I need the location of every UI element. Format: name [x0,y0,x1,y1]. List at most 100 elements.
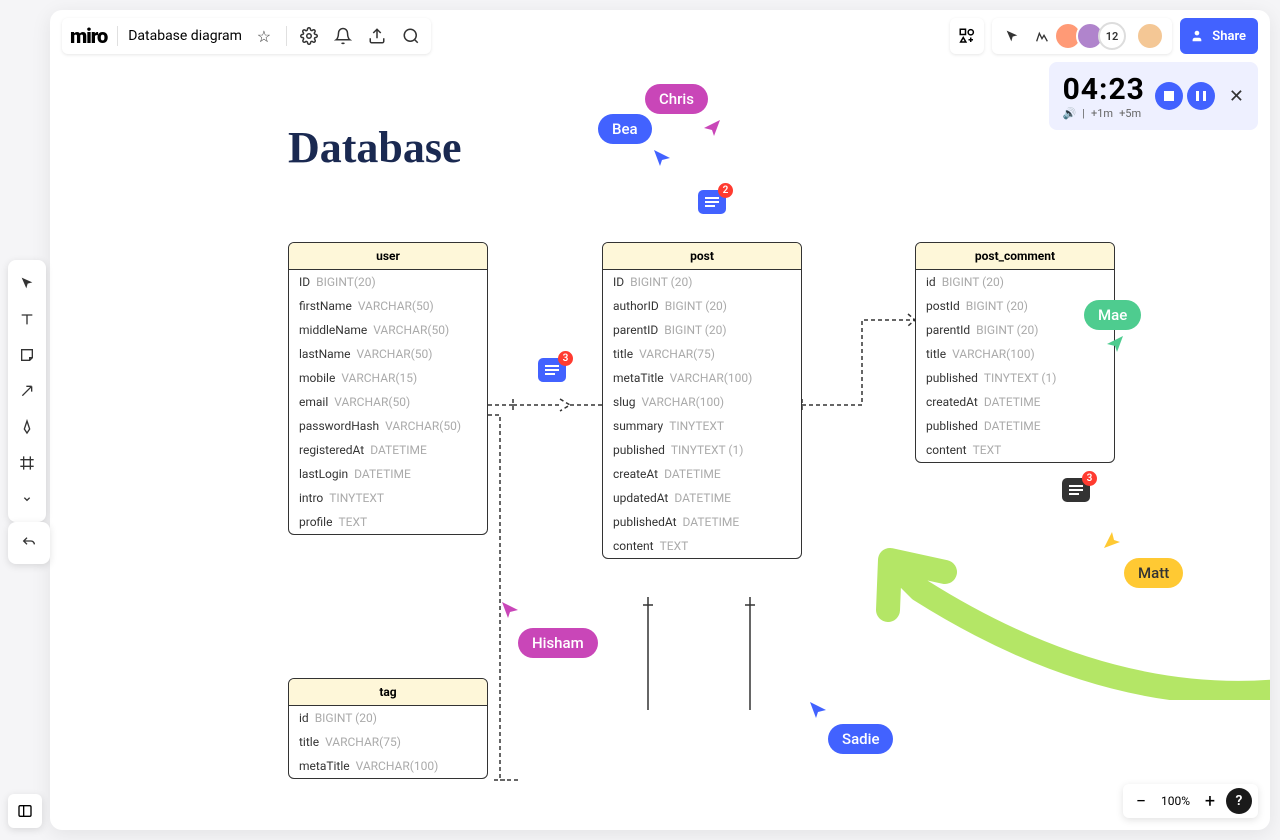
entity-field: titleVARCHAR(75) [289,730,487,754]
entity-field: summaryTINYTEXT [603,414,801,438]
entity-post[interactable]: post IDBIGINT (20)authorIDBIGINT (20)par… [602,242,802,559]
sticky-tool[interactable] [10,338,44,372]
apps-button[interactable] [950,18,984,54]
cursor-matt: Matt [1124,558,1183,588]
comment-bubble[interactable]: 2 [698,190,726,214]
avatar-overflow[interactable]: 12 [1098,22,1127,50]
entity-header: tag [289,679,487,706]
timer-plus-1m[interactable]: +1m [1091,107,1113,120]
entity-field: lastLoginDATETIME [289,462,487,486]
canvas[interactable]: miro Database diagram ☆ 12 Share 04:23 🔊… [50,10,1270,830]
entity-field: publishedDATETIME [916,414,1114,438]
entity-body: IDBIGINT(20)firstNameVARCHAR(50)middleNa… [289,270,487,534]
more-tools[interactable] [10,482,44,516]
entity-field: authorIDBIGINT (20) [603,294,801,318]
sound-icon[interactable]: 🔊 [1063,107,1077,120]
zoom-in-button[interactable]: + [1198,789,1222,813]
export-icon[interactable] [365,24,389,48]
cursor-sadie: Sadie [828,724,893,754]
entity-field: publishedTINYTEXT (1) [916,366,1114,390]
presenter-box: 12 [992,18,1173,54]
settings-icon[interactable] [297,24,321,48]
entity-field: passwordHashVARCHAR(50) [289,414,487,438]
entity-field: metaTitleVARCHAR(100) [603,366,801,390]
comment-count: 3 [1082,471,1097,486]
freehand-arrow[interactable] [860,540,1270,700]
cursor-mode-icon[interactable] [1000,24,1024,48]
cursor-arrow-icon [1102,530,1122,550]
entity-field: IDBIGINT (20) [603,270,801,294]
zoom-control: − 100% + ? [1123,784,1258,818]
avatar-self[interactable] [1136,22,1164,50]
entity-user[interactable]: user IDBIGINT(20)firstNameVARCHAR(50)mid… [288,242,488,535]
entity-tag[interactable]: tag idBIGINT (20)titleVARCHAR(75)metaTit… [288,678,488,779]
entity-field: titleVARCHAR(75) [603,342,801,366]
divider [286,26,287,46]
panel-toggle[interactable] [8,794,42,828]
cursor-arrow-icon [808,700,828,720]
comment-count: 3 [558,351,573,366]
help-button[interactable]: ? [1226,788,1252,814]
divider: | [1082,107,1085,120]
cursor-arrow-icon [1105,334,1125,354]
entity-field: emailVARCHAR(50) [289,390,487,414]
comment-count: 2 [718,183,733,198]
timer-plus-5m[interactable]: +5m [1119,107,1141,120]
entity-field: metaTitleVARCHAR(100) [289,754,487,778]
comment-bubble[interactable]: 3 [1062,478,1090,502]
cursor-hisham: Hisham [518,628,598,658]
divider [117,26,118,46]
entity-field: profileTEXT [289,510,487,534]
share-button[interactable]: Share [1180,18,1258,54]
zoom-level[interactable]: 100% [1157,794,1194,808]
board-name[interactable]: Database diagram [128,28,242,44]
left-toolbar [8,260,46,522]
entity-field: publishedAtDATETIME [603,510,801,534]
entity-body: idBIGINT (20)titleVARCHAR(75)metaTitleVA… [289,706,487,778]
arrow-tool[interactable] [10,374,44,408]
entity-field: introTINYTEXT [289,486,487,510]
share-label: Share [1212,29,1246,44]
undo-button[interactable] [12,526,46,560]
entity-body: idBIGINT (20)postIdBIGINT (20)parentIdBI… [916,270,1114,462]
entity-field: createAtDATETIME [603,462,801,486]
entity-field: createdAtDATETIME [916,390,1114,414]
undo-box [8,522,50,564]
avatars[interactable]: 12 [1060,22,1127,50]
cursor-bea: Bea [598,114,652,144]
timer-pause-button[interactable] [1187,82,1215,110]
select-tool[interactable] [10,266,44,300]
star-icon[interactable]: ☆ [252,24,276,48]
entity-field: contentTEXT [603,534,801,558]
timer-stop-button[interactable] [1155,82,1183,110]
entity-field: firstNameVARCHAR(50) [289,294,487,318]
entity-field: middleNameVARCHAR(50) [289,318,487,342]
cursor-arrow-icon [652,148,672,168]
cursor-mae: Mae [1084,300,1141,330]
pen-tool[interactable] [10,410,44,444]
entity-field: titleVARCHAR(100) [916,342,1114,366]
diagram-title[interactable]: Database [288,122,462,173]
entity-field: slugVARCHAR(100) [603,390,801,414]
reactions-icon[interactable] [1030,24,1054,48]
entity-post-comment[interactable]: post_comment idBIGINT (20)postIdBIGINT (… [915,242,1115,463]
entity-field: mobileVARCHAR(15) [289,366,487,390]
cursor-arrow-icon [500,600,520,620]
entity-field: registeredAtDATETIME [289,438,487,462]
frame-tool[interactable] [10,446,44,480]
comment-bubble[interactable]: 3 [538,358,566,382]
text-tool[interactable] [10,302,44,336]
bell-icon[interactable] [331,24,355,48]
search-icon[interactable] [399,24,423,48]
cursor-chris: Chris [645,84,708,114]
zoom-out-button[interactable]: − [1129,789,1153,813]
topbar: miro Database diagram ☆ [62,18,431,54]
timer-widget[interactable]: 04:23 🔊| +1m +5m ✕ [1049,62,1258,130]
cursor-arrow-icon [702,118,722,138]
timer-close-icon[interactable]: ✕ [1229,86,1244,107]
entity-field: contentTEXT [916,438,1114,462]
entity-header: post [603,243,801,270]
logo[interactable]: miro [70,24,107,48]
entity-body: IDBIGINT (20)authorIDBIGINT (20)parentID… [603,270,801,558]
entity-field: IDBIGINT(20) [289,270,487,294]
